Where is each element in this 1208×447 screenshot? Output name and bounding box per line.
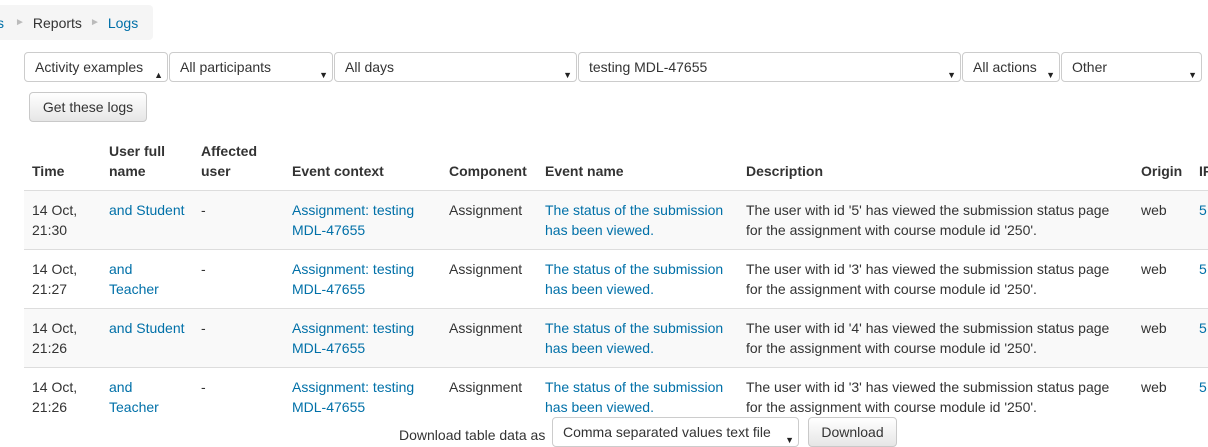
cell-time: 14 Oct, 21:30: [24, 190, 101, 250]
get-logs-button[interactable]: Get these logs: [29, 92, 147, 122]
column-header-component[interactable]: Component: [441, 133, 537, 191]
activity-select-value: testing MDL-47655: [589, 59, 708, 75]
cell-affected-user: -: [193, 308, 284, 368]
cell-affected-user: -: [193, 367, 284, 426]
cell-user-link[interactable]: and Student: [109, 320, 185, 336]
table-header-row: Time User full name Affected user Event …: [24, 133, 1208, 191]
column-header-time[interactable]: Time: [24, 133, 101, 191]
activity-select[interactable]: testing MDL-47655 ▼: [578, 52, 961, 82]
cell-ip-link[interactable]: 5: [1199, 202, 1207, 218]
cell-context-link[interactable]: Assignment: testing MDL-47655: [292, 202, 414, 238]
breadcrumb-separator-icon: ►: [89, 17, 100, 28]
cell-description: The user with id '3' has viewed the subm…: [738, 249, 1133, 309]
cell-origin: web: [1133, 249, 1191, 309]
cell-origin: web: [1133, 190, 1191, 250]
cell-time: 14 Oct, 21:27: [24, 249, 101, 309]
dropdown-arrow-icon: ▼: [785, 435, 794, 445]
course-select[interactable]: Activity examples ▲: [24, 52, 168, 82]
cell-event-link[interactable]: The status of the submission has been vi…: [545, 202, 723, 238]
actions-select-value: All actions: [973, 59, 1037, 75]
cell-ip-link[interactable]: 5: [1199, 320, 1207, 336]
download-format-value: Comma separated values text file: [563, 424, 771, 440]
cell-description: The user with id '5' has viewed the subm…: [738, 190, 1133, 250]
dropdown-arrow-icon: ▼: [1046, 70, 1055, 80]
participants-select-value: All participants: [180, 59, 272, 75]
breadcrumb-item-reports[interactable]: Reports: [33, 15, 82, 31]
cell-origin: web: [1133, 367, 1191, 426]
cell-user-link[interactable]: and Teacher: [109, 379, 159, 415]
cell-context-link[interactable]: Assignment: testing MDL-47655: [292, 320, 414, 356]
cell-user-link[interactable]: and Teacher: [109, 261, 159, 297]
column-header-event-name[interactable]: Event name: [537, 133, 738, 191]
dropdown-arrow-icon: ▼: [319, 70, 328, 80]
cell-time: 14 Oct, 21:26: [24, 308, 101, 368]
download-label: Download table data as: [399, 427, 546, 443]
breadcrumb-item-truncated[interactable]: s: [0, 15, 4, 31]
origin-select-value: Other: [1072, 59, 1108, 75]
table-row: 14 Oct, 21:27 and Teacher - Assignment: …: [24, 249, 1208, 309]
breadcrumb-separator-icon: ►: [15, 17, 25, 28]
cell-affected-user: -: [193, 249, 284, 309]
cell-ip-link[interactable]: 5: [1199, 379, 1207, 395]
cell-context-link[interactable]: Assignment: testing MDL-47655: [292, 261, 414, 297]
cell-component: Assignment: [441, 367, 537, 426]
cell-description: The user with id '4' has viewed the subm…: [738, 308, 1133, 368]
cell-event-link[interactable]: The status of the submission has been vi…: [545, 320, 723, 356]
column-header-ip-address[interactable]: IP address: [1191, 133, 1208, 191]
dropdown-arrow-icon: ▼: [563, 70, 572, 80]
dropdown-arrow-icon: ▼: [947, 70, 956, 80]
cell-context-link[interactable]: Assignment: testing MDL-47655: [292, 379, 414, 415]
cell-time: 14 Oct, 21:26: [24, 367, 101, 426]
table-row: 14 Oct, 21:26 and Student - Assignment: …: [24, 308, 1208, 368]
breadcrumb-item-logs[interactable]: Logs: [108, 15, 138, 31]
cell-component: Assignment: [441, 190, 537, 250]
actions-select[interactable]: All actions ▼: [962, 52, 1060, 82]
cell-event-link[interactable]: The status of the submission has been vi…: [545, 379, 723, 415]
column-header-event-context[interactable]: Event context: [284, 133, 441, 191]
cell-event-link[interactable]: The status of the submission has been vi…: [545, 261, 723, 297]
cell-component: Assignment: [441, 249, 537, 309]
table-row: 14 Oct, 21:30 and Student - Assignment: …: [24, 190, 1208, 250]
breadcrumb: s ► Reports ► Logs: [0, 5, 153, 40]
days-select-value: All days: [345, 59, 395, 75]
dropdown-arrow-icon: ▼: [1188, 70, 1197, 80]
column-header-description[interactable]: Description: [738, 133, 1133, 191]
cell-affected-user: -: [193, 190, 284, 250]
download-button[interactable]: Download: [808, 417, 897, 447]
logs-table: Time User full name Affected user Event …: [24, 133, 1208, 426]
cell-component: Assignment: [441, 308, 537, 368]
column-header-affected-user[interactable]: Affected user: [193, 133, 284, 191]
days-select[interactable]: All days ▼: [334, 52, 577, 82]
cell-ip-link[interactable]: 5: [1199, 261, 1207, 277]
cell-origin: web: [1133, 308, 1191, 368]
dropdown-arrow-icon: ▲: [154, 70, 163, 80]
origin-select[interactable]: Other ▼: [1061, 52, 1202, 82]
column-header-user[interactable]: User full name: [101, 133, 193, 191]
participants-select[interactable]: All participants ▼: [169, 52, 333, 82]
download-format-select[interactable]: Comma separated values text file ▼: [552, 417, 799, 447]
course-select-value: Activity examples: [35, 59, 144, 75]
cell-user-link[interactable]: and Student: [109, 202, 185, 218]
column-header-origin[interactable]: Origin: [1133, 133, 1191, 191]
